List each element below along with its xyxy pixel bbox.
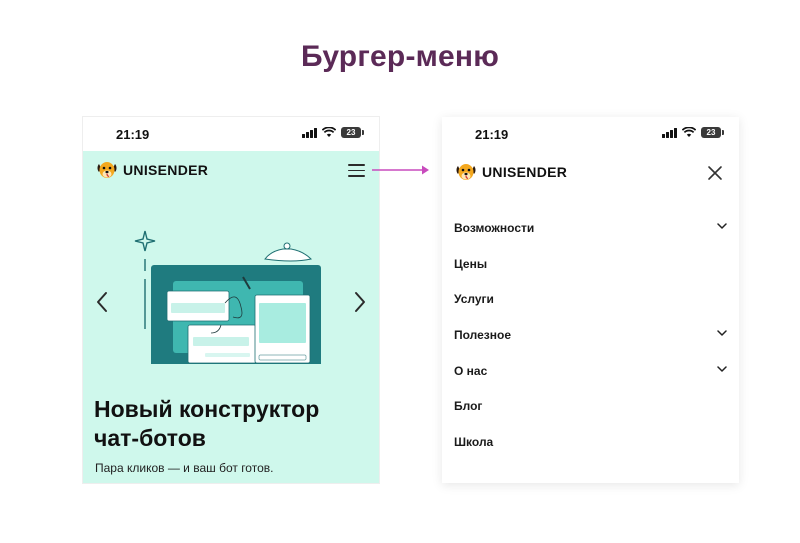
hero-title: Новый конструктор чат-ботов: [94, 395, 374, 453]
menu-item-features[interactable]: Возможности: [442, 210, 739, 246]
brand-logo[interactable]: UNISENDER: [96, 160, 208, 180]
hero-subtitle: Пара кликов — и ваш бот готов.: [95, 461, 274, 475]
wifi-icon: [322, 127, 336, 137]
chevron-down-icon[interactable]: [717, 366, 727, 373]
menu-item-blog[interactable]: Блог: [442, 388, 739, 424]
signal-icon: [662, 127, 677, 138]
hero-title-line1: Новый конструктор: [94, 396, 320, 422]
hero-banner: UNISENDER Новый конструктор чат-ботов Па…: [83, 151, 379, 483]
brand-name: UNISENDER: [482, 164, 568, 180]
menu-item-prices[interactable]: Цены: [442, 246, 739, 282]
chevron-down-icon[interactable]: [717, 223, 727, 230]
menu-item-useful[interactable]: Полезное: [442, 317, 739, 353]
chevron-right-icon[interactable]: [352, 291, 368, 313]
phone-screen-closed-menu: 21:19 23 UNISENDER Новый конструктор чат…: [83, 117, 379, 483]
status-icons: 23: [662, 127, 724, 138]
menu-item-about[interactable]: О нас: [442, 353, 739, 389]
burger-menu-icon[interactable]: [348, 164, 365, 178]
status-bar: 21:19 23: [442, 117, 739, 151]
status-time: 21:19: [475, 127, 509, 142]
menu-item-label: Услуги: [454, 292, 494, 307]
signal-icon: [302, 127, 317, 138]
battery-icon: 23: [341, 127, 364, 138]
dog-logo-icon: [97, 162, 117, 178]
menu-item-school[interactable]: Школа: [442, 424, 739, 460]
wifi-icon: [682, 127, 696, 137]
battery-icon: 23: [701, 127, 724, 138]
status-icons: 23: [302, 127, 364, 138]
transition-arrow-icon: [372, 165, 429, 175]
brand-name: UNISENDER: [123, 162, 209, 178]
phone-screen-open-menu: 21:19 23 UNISENDER Возможности Цены Услу…: [442, 117, 739, 483]
status-time: 21:19: [116, 127, 150, 142]
brand-logo[interactable]: UNISENDER: [455, 162, 567, 182]
menu-item-label: Цены: [454, 256, 488, 271]
hero-title-line2: чат-ботов: [94, 425, 206, 451]
menu-item-label: Школа: [454, 434, 494, 449]
chevron-down-icon[interactable]: [717, 330, 727, 337]
page-heading: Бургер-меню: [300, 40, 500, 73]
close-icon[interactable]: [707, 165, 723, 181]
page: Бургер-меню 21:19 23 UNISENDER Новый кон…: [0, 0, 800, 543]
menu-item-label: Полезное: [454, 327, 512, 342]
menu-list: Возможности Цены Услуги Полезное О нас Б…: [442, 210, 739, 460]
dog-logo-icon: [456, 164, 476, 180]
chatbot-illustration: [134, 230, 321, 364]
status-bar: 21:19 23: [83, 117, 379, 151]
menu-item-label: Возможности: [454, 220, 535, 235]
menu-item-label: Блог: [454, 399, 483, 414]
chevron-left-icon[interactable]: [94, 291, 110, 313]
menu-item-services[interactable]: Услуги: [442, 281, 739, 317]
menu-item-label: О нас: [454, 363, 488, 378]
